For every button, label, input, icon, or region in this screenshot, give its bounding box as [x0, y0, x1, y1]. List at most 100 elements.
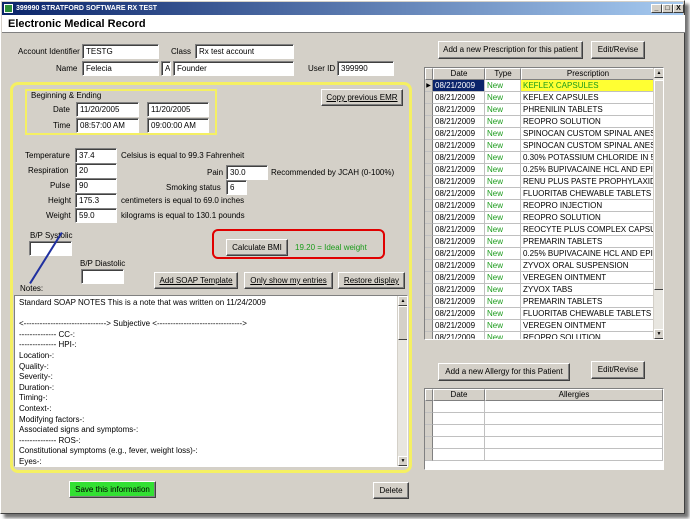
save-information-button[interactable]: Save this information: [69, 481, 156, 498]
respiration-field[interactable]: 20: [75, 163, 117, 178]
allergy-row[interactable]: [425, 401, 663, 413]
row-indicator: [425, 200, 433, 212]
prescription-name-cell: SPINOCAN CUSTOM SPINAL ANES: [521, 140, 655, 152]
column-header-allergies[interactable]: Allergies: [485, 389, 663, 401]
prescription-row[interactable]: 08/21/2009 New 0.25% BUPIVACAINE HCL AND E…: [425, 248, 663, 260]
add-prescription-button[interactable]: Add a new Prescription for this patient: [438, 41, 583, 59]
begin-time-field[interactable]: 08:57:00 AM: [76, 118, 139, 133]
app-icon: [4, 4, 13, 13]
scroll-down-icon[interactable]: ▼: [398, 456, 407, 466]
row-indicator: [425, 152, 433, 164]
row-indicator: [425, 272, 433, 284]
allergy-cell: [433, 413, 485, 425]
prescription-type-cell: New: [485, 212, 521, 224]
prescription-row[interactable]: ▶ 08/21/2009 New KEFLEX CAPSULES: [425, 80, 663, 92]
allergy-row[interactable]: [425, 425, 663, 437]
prescription-row[interactable]: 08/21/2009 New VEREGEN OINTMENT: [425, 272, 663, 284]
scroll-thumb[interactable]: [398, 306, 407, 340]
scroll-up-icon[interactable]: ▲: [398, 296, 407, 306]
minimize-button[interactable]: _: [651, 4, 662, 13]
prescription-row[interactable]: 08/21/2009 New 0.25% BUPIVACAINE HCL AND E…: [425, 164, 663, 176]
prescription-row[interactable]: 08/21/2009 New REOPRO INJECTION: [425, 200, 663, 212]
prescription-row[interactable]: 08/21/2009 New REOPRO SOLUTION: [425, 116, 663, 128]
prescription-row[interactable]: 08/21/2009 New FLUORITAB CHEWABLE TABLETS: [425, 308, 663, 320]
calculate-bmi-button[interactable]: Calculate BMI: [226, 239, 288, 256]
notes-scrollbar[interactable]: ▲ ▼: [397, 296, 407, 466]
prescription-name-cell: RENU PLUS PASTE PROPHYLAXID: [521, 176, 655, 188]
copy-previous-emr-button[interactable]: Copy previous EMR: [321, 89, 403, 106]
column-header-type[interactable]: Type: [485, 68, 521, 80]
emr-window: 399990 STRATFORD SOFTWARE RX TEST _ □ X …: [0, 0, 685, 514]
prescription-row[interactable]: 08/21/2009 New VEREGEN OINTMENT: [425, 320, 663, 332]
close-button[interactable]: X: [673, 4, 684, 13]
first-name-field[interactable]: Felecia: [82, 61, 159, 76]
weight-field[interactable]: 59.0: [75, 208, 117, 223]
user-id-field[interactable]: 399990: [337, 61, 394, 76]
allergies-grid[interactable]: Date Allergies: [424, 388, 664, 470]
prescription-row[interactable]: 08/21/2009 New RENU PLUS PASTE PROPHYLAXID: [425, 176, 663, 188]
prescription-type-cell: New: [485, 332, 521, 339]
notes-textarea[interactable]: Standard SOAP NOTES This is a note that …: [14, 295, 408, 467]
column-header-date[interactable]: Date: [433, 389, 485, 401]
restore-display-button[interactable]: Restore display: [338, 272, 405, 289]
title-bar: 399990 STRATFORD SOFTWARE RX TEST _ □ X: [2, 2, 684, 15]
middle-initial-field[interactable]: A: [161, 61, 171, 76]
prescription-row[interactable]: 08/21/2009 New ZYVOX TABS: [425, 284, 663, 296]
scroll-up-icon[interactable]: ▲: [654, 68, 663, 78]
maximize-button[interactable]: □: [662, 4, 673, 13]
prescription-row[interactable]: 08/21/2009 New REOCYTE PLUS COMPLEX CAPSU: [425, 224, 663, 236]
pain-field[interactable]: 30.0: [226, 165, 268, 180]
bp-diastolic-field[interactable]: [81, 269, 124, 284]
delete-button[interactable]: Delete: [373, 482, 409, 499]
prescriptions-scrollbar[interactable]: ▲ ▼: [653, 68, 663, 339]
prescription-row[interactable]: 08/21/2009 New REOPRO SOLUTION: [425, 212, 663, 224]
allergy-cell: [485, 437, 663, 449]
prescription-row[interactable]: 08/21/2009 New FLUORITAB CHEWABLE TABLETS: [425, 188, 663, 200]
notes-line: -------------- CC-:: [19, 329, 75, 339]
class-field[interactable]: Rx test account: [195, 44, 294, 59]
add-soap-template-button[interactable]: Add SOAP Template: [154, 272, 238, 289]
prescription-name-cell: ZYVOX TABS: [521, 284, 655, 296]
smoking-status-field[interactable]: 6: [226, 180, 247, 195]
prescription-row[interactable]: 08/21/2009 New SPINOCAN CUSTOM SPINAL ANES: [425, 128, 663, 140]
edit-prescription-button[interactable]: Edit/Revise: [591, 41, 645, 59]
begin-date-field[interactable]: 11/20/2005: [76, 102, 139, 117]
row-indicator-header: [425, 68, 433, 80]
pulse-field[interactable]: 90: [75, 178, 117, 193]
column-header-date[interactable]: Date: [433, 68, 485, 80]
prescription-date-cell: 08/21/2009: [433, 200, 485, 212]
edit-allergy-button[interactable]: Edit/Revise: [591, 361, 645, 379]
notes-line: Quality-:: [19, 361, 49, 371]
prescription-row[interactable]: 08/21/2009 New PREMARIN TABLETS: [425, 296, 663, 308]
end-time-field[interactable]: 09:00:00 AM: [147, 118, 209, 133]
prescription-type-cell: New: [485, 140, 521, 152]
prescription-name-cell: 0.25% BUPIVACAINE HCL AND EPII: [521, 164, 655, 176]
scroll-thumb[interactable]: [654, 80, 663, 290]
notes-content: Standard SOAP NOTES This is a note that …: [19, 298, 393, 466]
end-date-field[interactable]: 11/20/2005: [147, 102, 209, 117]
account-identifier-field[interactable]: TESTG: [82, 44, 159, 59]
allergy-cell: [485, 449, 663, 461]
scroll-down-icon[interactable]: ▼: [654, 329, 663, 339]
column-header-prescription[interactable]: Prescription: [521, 68, 655, 80]
allergy-row[interactable]: [425, 449, 663, 461]
prescription-row[interactable]: 08/21/2009 New PHRENILIN TABLETS: [425, 104, 663, 116]
only-show-my-entries-button[interactable]: Only show my entries: [244, 272, 333, 289]
last-name-field[interactable]: Founder: [173, 61, 294, 76]
weight-label: Weight: [46, 211, 71, 220]
prescription-row[interactable]: 08/21/2009 New REOPRO SOLUTION: [425, 332, 663, 339]
prescriptions-grid[interactable]: Date Type Prescription ▶ 08/21/2009 New KEF…: [424, 67, 664, 340]
prescription-row[interactable]: 08/21/2009 New SPINOCAN CUSTOM SPINAL ANES: [425, 140, 663, 152]
add-allergy-button[interactable]: Add a new Allergy for this Patient: [438, 363, 570, 381]
prescription-row[interactable]: 08/21/2009 New KEFLEX CAPSULES: [425, 92, 663, 104]
prescription-row[interactable]: 08/21/2009 New PREMARIN TABLETS: [425, 236, 663, 248]
allergy-row[interactable]: [425, 413, 663, 425]
height-label: Height: [48, 196, 72, 205]
temperature-field[interactable]: 37.4: [75, 148, 117, 163]
prescription-row[interactable]: 08/21/2009 New 0.30% POTASSIUM CHLORIDE IN…: [425, 152, 663, 164]
height-field[interactable]: 175.3: [75, 193, 117, 208]
prescription-row[interactable]: 08/21/2009 New ZYVOX ORAL SUSPENSION: [425, 260, 663, 272]
allergy-row[interactable]: [425, 437, 663, 449]
notes-line: Context-:: [19, 403, 52, 413]
prescription-date-cell: 08/21/2009: [433, 296, 485, 308]
